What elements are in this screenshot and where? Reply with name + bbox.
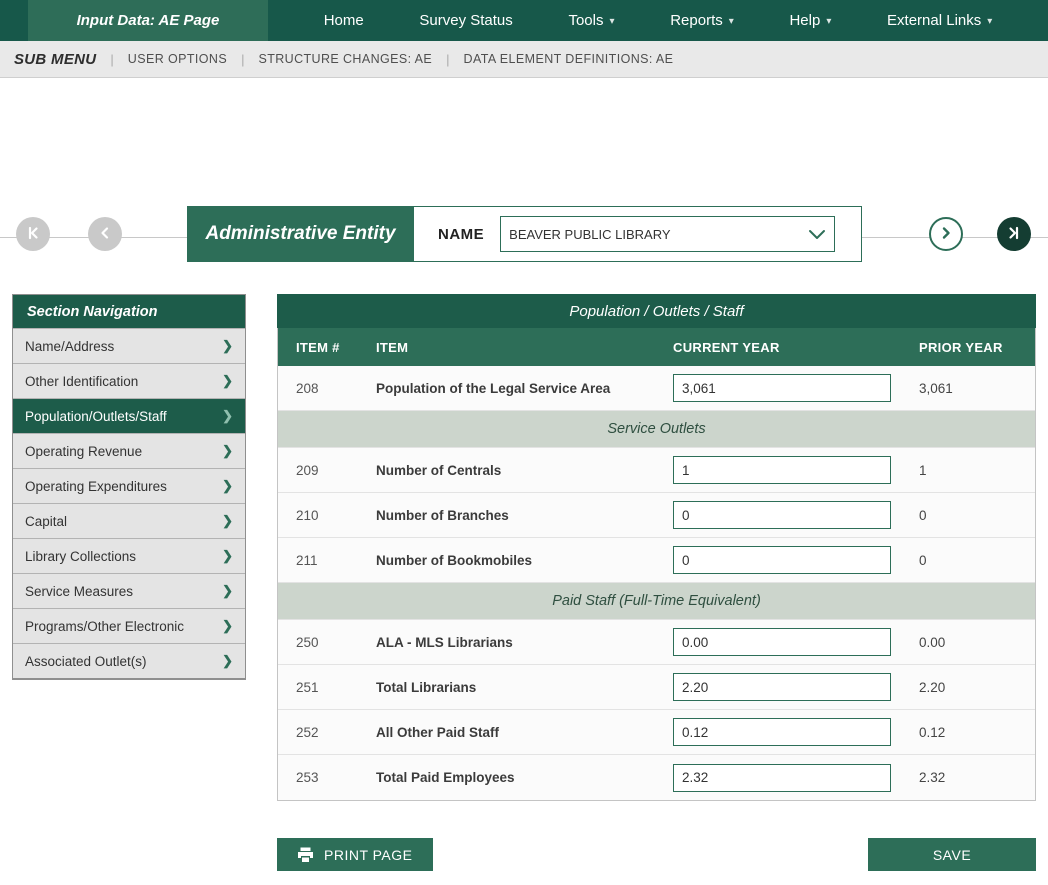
- item-number: 208: [278, 381, 376, 396]
- item-number: 253: [278, 770, 376, 785]
- current-year-input-252[interactable]: [673, 718, 891, 746]
- table-row: 253 Total Paid Employees 2.32: [278, 755, 1035, 800]
- chevron-right-icon: ❯: [222, 338, 233, 354]
- print-page-label: PRINT PAGE: [324, 847, 413, 863]
- item-number: 210: [278, 508, 376, 523]
- entity-selector-section: Administrative Entity NAME BEAVER PUBLIC…: [0, 78, 1048, 238]
- sidebar-item-population-outlets-staff[interactable]: Population/Outlets/Staff❯: [13, 398, 245, 433]
- separator: |: [110, 52, 113, 67]
- chevron-right-icon: ❯: [222, 618, 233, 634]
- prior-year-value: 2.32: [919, 770, 1035, 785]
- item-label: Population of the Legal Service Area: [376, 381, 673, 396]
- chevron-right-icon: ❯: [222, 583, 233, 599]
- prior-year-value: 2.20: [919, 680, 1035, 695]
- current-year-input-251[interactable]: [673, 673, 891, 701]
- item-label: Total Paid Employees: [376, 770, 673, 785]
- navbar-items: Home Survey Status Tools▾ Reports▾ Help▾…: [268, 0, 1048, 41]
- col-prior-year: PRIOR YEAR: [919, 340, 1035, 355]
- item-label: ALA - MLS Librarians: [376, 635, 673, 650]
- prior-year-value: 0.12: [919, 725, 1035, 740]
- col-item-number: ITEM #: [278, 340, 376, 355]
- sidebar-item-programs-other-electronic[interactable]: Programs/Other Electronic❯: [13, 608, 245, 643]
- caret-down-icon: ▾: [729, 16, 734, 27]
- submenu-structure-changes[interactable]: STRUCTURE CHANGES: AE: [258, 52, 432, 66]
- nav-external-links[interactable]: External Links▾: [887, 12, 992, 29]
- item-number: 252: [278, 725, 376, 740]
- table-row: 251 Total Librarians 2.20: [278, 665, 1035, 710]
- sidebar-item-name-address[interactable]: Name/Address❯: [13, 328, 245, 363]
- item-number: 250: [278, 635, 376, 650]
- separator: |: [446, 52, 449, 67]
- item-label: Number of Branches: [376, 508, 673, 523]
- population-outlets-staff-panel: Population / Outlets / Staff ITEM # ITEM…: [277, 294, 1036, 801]
- nav-reports[interactable]: Reports▾: [670, 12, 734, 29]
- sidebar-item-service-measures[interactable]: Service Measures❯: [13, 573, 245, 608]
- item-number: 211: [278, 553, 376, 568]
- tab-input-data-ae-page[interactable]: Input Data: AE Page: [28, 0, 268, 41]
- item-number: 209: [278, 463, 376, 478]
- main-content: Section Navigation Name/Address❯ Other I…: [0, 238, 1048, 884]
- sidebar-item-associated-outlets[interactable]: Associated Outlet(s)❯: [13, 643, 245, 678]
- chevron-right-icon: ❯: [222, 478, 233, 494]
- current-year-input-208[interactable]: [673, 374, 891, 402]
- nav-help[interactable]: Help▾: [789, 12, 831, 29]
- panel-title: Population / Outlets / Staff: [277, 294, 1036, 328]
- top-navbar: Input Data: AE Page Home Survey Status T…: [0, 0, 1048, 41]
- section-navigation: Section Navigation Name/Address❯ Other I…: [12, 294, 246, 680]
- sub-menu-bar: SUB MENU | USER OPTIONS | STRUCTURE CHAN…: [0, 41, 1048, 78]
- section-header-service-outlets: Service Outlets: [278, 411, 1035, 448]
- chevron-right-icon: ❯: [222, 373, 233, 389]
- item-label: Number of Bookmobiles: [376, 553, 673, 568]
- printer-icon: [297, 847, 314, 863]
- prior-year-value: 3,061: [919, 381, 1035, 396]
- section-navigation-title: Section Navigation: [13, 295, 245, 328]
- current-year-input-209[interactable]: [673, 456, 891, 484]
- table-row: 208 Population of the Legal Service Area…: [278, 366, 1035, 411]
- item-label: Number of Centrals: [376, 463, 673, 478]
- current-year-input-250[interactable]: [673, 628, 891, 656]
- item-label: All Other Paid Staff: [376, 725, 673, 740]
- sidebar-item-capital[interactable]: Capital❯: [13, 503, 245, 538]
- current-year-input-210[interactable]: [673, 501, 891, 529]
- submenu-user-options[interactable]: USER OPTIONS: [128, 52, 227, 66]
- table-row: 209 Number of Centrals 1: [278, 448, 1035, 493]
- chevron-right-icon: ❯: [222, 653, 233, 669]
- table-row: 211 Number of Bookmobiles 0: [278, 538, 1035, 583]
- caret-down-icon: ▾: [987, 16, 992, 27]
- table-row: 252 All Other Paid Staff 0.12: [278, 710, 1035, 755]
- print-page-button[interactable]: PRINT PAGE: [277, 838, 433, 871]
- separator: |: [241, 52, 244, 67]
- chevron-right-icon: ❯: [222, 408, 233, 424]
- nav-home[interactable]: Home: [324, 12, 364, 29]
- item-number: 251: [278, 680, 376, 695]
- table-column-header: ITEM # ITEM CURRENT YEAR PRIOR YEAR: [278, 328, 1035, 366]
- chevron-right-icon: ❯: [222, 443, 233, 459]
- table-row: 210 Number of Branches 0: [278, 493, 1035, 538]
- prior-year-value: 1: [919, 463, 1035, 478]
- section-header-paid-staff: Paid Staff (Full-Time Equivalent): [278, 583, 1035, 620]
- col-item: ITEM: [376, 340, 673, 355]
- current-year-input-253[interactable]: [673, 764, 891, 792]
- nav-tools[interactable]: Tools▾: [568, 12, 614, 29]
- col-current-year: CURRENT YEAR: [673, 340, 919, 355]
- sidebar-item-other-identification[interactable]: Other Identification❯: [13, 363, 245, 398]
- sidebar-item-operating-expenditures[interactable]: Operating Expenditures❯: [13, 468, 245, 503]
- caret-down-icon: ▾: [610, 16, 615, 27]
- prior-year-value: 0.00: [919, 635, 1035, 650]
- nav-survey-status[interactable]: Survey Status: [419, 12, 512, 29]
- submenu-data-element-definitions[interactable]: DATA ELEMENT DEFINITIONS: AE: [464, 52, 674, 66]
- submenu-title: SUB MENU: [14, 51, 96, 68]
- item-label: Total Librarians: [376, 680, 673, 695]
- prior-year-value: 0: [919, 553, 1035, 568]
- caret-down-icon: ▾: [826, 16, 831, 27]
- chevron-right-icon: ❯: [222, 548, 233, 564]
- prior-year-value: 0: [919, 508, 1035, 523]
- table-row: 250 ALA - MLS Librarians 0.00: [278, 620, 1035, 665]
- sidebar-item-library-collections[interactable]: Library Collections❯: [13, 538, 245, 573]
- sidebar-item-operating-revenue[interactable]: Operating Revenue❯: [13, 433, 245, 468]
- current-year-input-211[interactable]: [673, 546, 891, 574]
- save-button[interactable]: SAVE: [868, 838, 1036, 871]
- chevron-right-icon: ❯: [222, 513, 233, 529]
